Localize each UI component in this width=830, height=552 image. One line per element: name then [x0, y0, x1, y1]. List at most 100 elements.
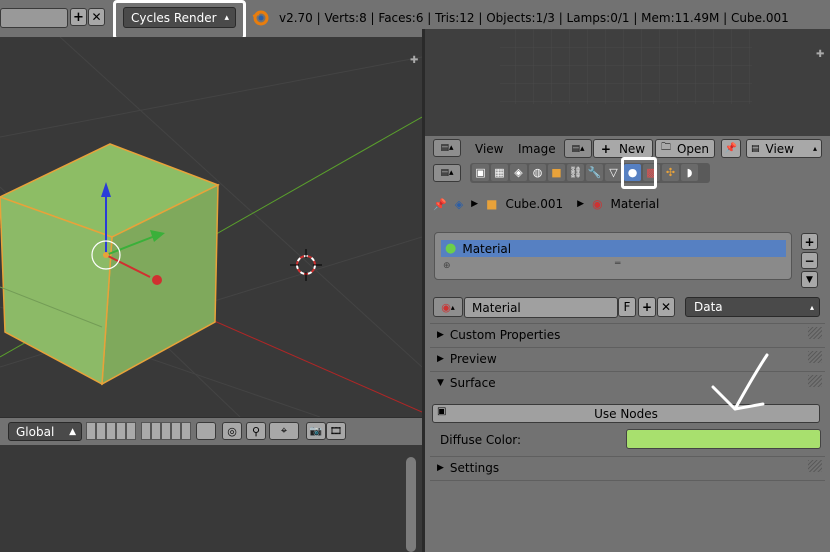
link-mode-label: Data — [694, 300, 723, 314]
render-tab-icon[interactable]: ▣ — [472, 164, 489, 181]
add-material-slot-button[interactable]: + — [801, 233, 818, 250]
data-tab-icon[interactable]: ▽ — [605, 164, 622, 181]
constraints-tab-icon[interactable]: ⛓ — [567, 164, 584, 181]
slot-specials-dropdown[interactable]: ▼ — [801, 271, 818, 288]
render-engine-label: Cycles Render — [131, 10, 217, 25]
unlink-material-button[interactable]: ✕ — [657, 297, 675, 317]
proportional-edit-icon[interactable]: ◎ — [222, 422, 242, 440]
custom-properties-label: Custom Properties — [449, 328, 561, 342]
panel-grip[interactable] — [808, 327, 822, 339]
image-icon: ▤ — [751, 143, 760, 154]
transform-orientation-dropdown[interactable]: Global ▲ — [8, 422, 82, 441]
orientation-label: Global — [16, 424, 55, 439]
image-editor-area[interactable]: ✚ — [425, 29, 830, 136]
settings-panel-header[interactable]: ▶ Settings — [437, 461, 499, 475]
preview-panel-header[interactable]: ▶ Preview — [437, 352, 497, 366]
new-image-button[interactable]: + New — [593, 139, 653, 158]
layers-group-1[interactable] — [86, 422, 136, 440]
scene-name-field[interactable] — [0, 8, 68, 28]
object-tab-icon[interactable]: ■ — [548, 164, 565, 181]
fake-user-toggle[interactable]: F — [618, 297, 636, 317]
folder-icon: 🗀 — [660, 142, 671, 153]
material-slot-name: Material — [462, 241, 512, 256]
filter-options-icon[interactable]: ⊕ — [443, 261, 451, 271]
material-name-value: Material — [472, 300, 521, 315]
surface-label: Surface — [449, 376, 496, 390]
browse-material-dropdown[interactable]: ◉ ▴ — [433, 297, 463, 317]
use-nodes-label: Use Nodes — [594, 406, 658, 421]
annotation-arrow-icon — [711, 353, 769, 411]
diffuse-color-label: Diffuse Color: — [440, 433, 522, 447]
layer-lock-icon[interactable] — [196, 422, 216, 440]
chevron-down-icon: ▼ — [437, 378, 444, 388]
custom-properties-panel-header[interactable]: ▶ Custom Properties — [437, 328, 560, 342]
open-image-button[interactable]: 🗀 Open — [655, 139, 715, 158]
material-slot-row[interactable]: ● Material — [441, 240, 786, 257]
plus-icon: + — [73, 9, 84, 25]
chevron-down-icon: ▼ — [806, 274, 813, 285]
area-split-plus-icon[interactable]: ✚ — [816, 49, 824, 60]
breadcrumb: 📌 ◈ ▶ ■ Cube.001 ▶ ◉ Material — [433, 197, 659, 211]
resize-handle[interactable]: ═ — [615, 259, 620, 269]
updown-arrows-icon: ▴ — [809, 302, 814, 312]
diffuse-color-swatch[interactable] — [626, 429, 821, 449]
properties-editor: ▤▴ ▣ ▦ ◈ ◍ ■ ⛓ 🔧 ▽ ● ▩ ✣ ◗ 📌 ◈ ▶ ■ Cube.… — [425, 157, 830, 552]
panel-grip[interactable] — [808, 375, 822, 387]
delete-scene-button[interactable]: ✕ — [88, 8, 105, 26]
annotation-highlight-box — [621, 157, 657, 189]
editor-type-dropdown[interactable]: ▤▴ — [433, 164, 461, 182]
browse-image-dropdown[interactable]: ▤▴ — [564, 139, 592, 158]
surface-panel-header[interactable]: ▼ Surface — [437, 376, 496, 390]
x-icon: ✕ — [660, 300, 672, 314]
render-animation-icon[interactable]: 🎞 — [326, 422, 346, 440]
world-tab-icon[interactable]: ◍ — [529, 164, 546, 181]
scene-tab-icon[interactable]: ◈ — [510, 164, 527, 181]
context-tabs: ▣ ▦ ◈ ◍ ■ ⛓ 🔧 ▽ ● ▩ ✣ ◗ — [470, 163, 710, 183]
pin-icon[interactable]: 📌 — [433, 198, 447, 211]
scrollbar[interactable] — [406, 457, 416, 552]
updown-arrows-icon: ▴ — [224, 12, 229, 23]
area-split-plus-icon[interactable]: ✚ — [410, 55, 418, 66]
physics-tab-icon[interactable]: ◗ — [681, 164, 698, 181]
plus-icon: + — [600, 141, 611, 156]
node-tree-icon: ▣ — [437, 406, 447, 417]
panel-grip[interactable] — [808, 351, 822, 363]
material-sphere-icon: ◉ — [441, 300, 451, 314]
plus-icon: + — [641, 300, 653, 314]
x-icon: ✕ — [91, 10, 102, 24]
fake-user-label: F — [623, 300, 631, 314]
3d-view-header: Global ▲ ◎ ⚲ ⌖ 📷 🎞 — [0, 417, 422, 445]
particles-tab-icon[interactable]: ✣ — [662, 164, 679, 181]
image-menu[interactable]: Image — [518, 142, 556, 156]
plus-icon: + — [804, 234, 815, 249]
view-mode-dropdown[interactable]: ▤ View ▴ — [746, 139, 822, 158]
add-scene-button[interactable]: + — [70, 8, 87, 26]
snap-toggle-icon[interactable]: ⚲ — [246, 422, 266, 440]
material-sphere-icon: ● — [445, 241, 457, 256]
material-slots-list: ● Material ⊕ ═ — [434, 232, 792, 280]
panel-grip[interactable] — [808, 460, 822, 472]
settings-label: Settings — [449, 461, 500, 475]
snap-element-dropdown[interactable]: ⌖ — [269, 422, 299, 440]
view-menu[interactable]: View — [475, 142, 503, 156]
render-camera-icon[interactable]: 📷 — [306, 422, 326, 440]
cube-object — [0, 143, 220, 386]
breadcrumb-object: Cube.001 — [505, 197, 564, 211]
chevron-right-icon: ▶ — [437, 354, 444, 364]
link-mode-dropdown[interactable]: Data ▴ — [685, 297, 820, 317]
material-name-field[interactable]: Material — [464, 297, 618, 318]
lower-editor-area[interactable] — [0, 445, 422, 552]
modifiers-tab-icon[interactable]: 🔧 — [586, 164, 603, 181]
remove-material-slot-button[interactable]: − — [801, 252, 818, 269]
breadcrumb-material: Material — [610, 197, 660, 211]
editor-type-dropdown[interactable]: ▤▴ — [433, 139, 461, 157]
3d-viewport[interactable]: ✚ — [0, 37, 422, 417]
updown-arrows-icon: ▲ — [69, 426, 76, 437]
open-label: Open — [676, 141, 710, 156]
minus-icon: − — [804, 253, 815, 268]
new-material-button[interactable]: + — [638, 297, 656, 317]
render-layers-tab-icon[interactable]: ▦ — [491, 164, 508, 181]
render-engine-dropdown[interactable]: Cycles Render ▴ — [123, 7, 236, 28]
pin-image-icon[interactable]: 📌 — [721, 139, 741, 158]
layers-group-2[interactable] — [141, 422, 191, 440]
